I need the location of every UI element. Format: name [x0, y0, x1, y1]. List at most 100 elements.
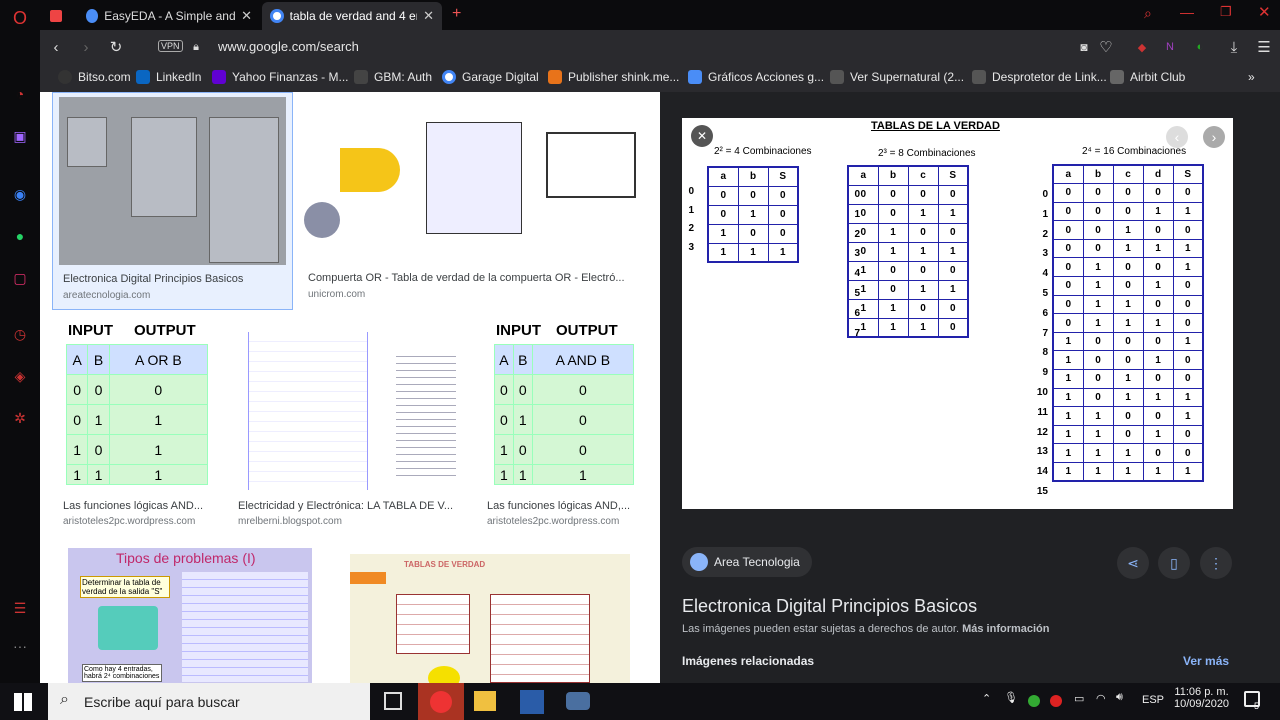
wifi-icon[interactable]: ◠	[1096, 692, 1106, 705]
bookmark-item[interactable]: GBM: Auth	[354, 70, 432, 84]
table-cell: 1	[1082, 424, 1114, 445]
result-source[interactable]: mrelberni.blogspot.com	[238, 516, 342, 527]
table-cell: 1	[907, 317, 939, 338]
bookmark-item[interactable]: Bitso.com	[58, 70, 131, 84]
windows-start-icon[interactable]	[14, 693, 32, 711]
result-source[interactable]: areatecnologia.com	[63, 290, 150, 301]
table-cell: 0	[1052, 201, 1084, 222]
microphone-icon[interactable]: 🎙︎	[1004, 691, 1018, 704]
close-icon[interactable]: ✕	[691, 125, 713, 147]
more-icon[interactable]: ···	[10, 636, 30, 656]
bookmark-item[interactable]: Garage Digital	[442, 70, 539, 84]
see-more-link[interactable]: Ver más	[1183, 654, 1229, 668]
image-result-card[interactable]: Electronica Digital Principios Basicos a…	[52, 92, 293, 310]
record-icon[interactable]	[1050, 695, 1062, 707]
heart-icon[interactable]: ♡	[1096, 37, 1116, 57]
speed-dial-icon[interactable]: ◔	[10, 84, 30, 104]
maximize-icon[interactable]: ❐	[1220, 4, 1232, 20]
download-icon[interactable]: ⤓	[1224, 37, 1244, 57]
previous-image-icon[interactable]: ‹	[1166, 126, 1188, 148]
forward-icon[interactable]: ›	[76, 37, 96, 57]
result-caption[interactable]: Electronica Digital Principios Basicos	[63, 273, 283, 285]
workspaces-icon[interactable]: ☰	[10, 598, 30, 618]
opera-taskbar-icon[interactable]	[418, 683, 464, 720]
clock[interactable]: 11:06 p. m. 10/09/2020	[1174, 686, 1229, 710]
table-cell: 1	[108, 404, 209, 435]
result-thumbnail[interactable]: TABLAS DE VERDAD	[350, 554, 630, 683]
minimize-icon[interactable]: —	[1180, 4, 1194, 20]
extension-icon[interactable]: ◐	[1190, 37, 1210, 57]
result-caption[interactable]: Las funciones lógicas AND,...	[487, 500, 643, 512]
image-title: TABLAS DE LA VERDAD	[871, 120, 1000, 132]
result-thumbnail[interactable]: Tipos de problemas (I) Determinar la tab…	[68, 548, 312, 683]
bookmark-item[interactable]: Ver Supernatural (2...	[830, 70, 964, 84]
bookmark-item[interactable]: Yahoo Finanzas - M...	[212, 70, 349, 84]
bookmark-item[interactable]: Gráficos Acciones g...	[688, 70, 824, 84]
url-field[interactable]: www.google.com/search	[218, 39, 359, 54]
bookmark-icon[interactable]: ▯	[1158, 547, 1190, 579]
new-tab-button[interactable]: +	[452, 5, 461, 23]
result-caption[interactable]: Compuerta OR - Tabla de verdad de la com…	[308, 272, 638, 284]
next-image-icon[interactable]: ›	[1203, 126, 1225, 148]
reload-icon[interactable]: ↻	[106, 37, 126, 57]
result-thumbnail[interactable]	[304, 92, 640, 262]
image-result-card[interactable]: TABLAS DE VERDAD	[350, 554, 632, 683]
onenote-icon[interactable]: N	[1160, 37, 1180, 57]
settings-icon[interactable]: ✲	[10, 408, 30, 428]
result-source[interactable]: aristoteles2pc.wordpress.com	[487, 516, 619, 527]
close-icon[interactable]: ✕	[423, 8, 434, 24]
source-chip[interactable]: Area Tecnologia	[682, 547, 812, 577]
result-thumbnail[interactable]: INPUT OUTPUT ABA AND B 000 010 100 111	[486, 320, 642, 492]
preview-title[interactable]: Electronica Digital Principios Basicos	[682, 596, 977, 617]
image-result-card[interactable]: Compuerta OR - Tabla de verdad de la com…	[304, 92, 644, 310]
app-icon[interactable]	[520, 690, 544, 714]
bookmarks-overflow-icon[interactable]: »	[1248, 70, 1255, 84]
tab-tabla-de-verdad[interactable]: tabla de verdad and 4 entr ✕	[262, 2, 442, 30]
row-index: 6	[1042, 307, 1048, 319]
tray-app-icon[interactable]	[1028, 695, 1040, 707]
preview-image[interactable]: ✕ ‹ › TABLAS DE LA VERDAD 2² = 4 Combina…	[682, 118, 1233, 509]
result-source[interactable]: aristoteles2pc.wordpress.com	[63, 516, 195, 527]
more-info-link[interactable]: Más información	[962, 623, 1049, 635]
volume-icon[interactable]: 🔊︎	[1116, 691, 1123, 704]
menu-icon[interactable]: ☰	[1254, 37, 1274, 57]
task-view-icon[interactable]	[384, 692, 402, 710]
bookmark-item[interactable]: Publisher shink.me...	[548, 70, 679, 84]
bookmark-item[interactable]: Desprotetor de Link...	[972, 70, 1107, 84]
opera-logo-icon[interactable]: O	[10, 8, 30, 28]
file-explorer-icon[interactable]	[474, 691, 496, 711]
ublock-icon[interactable]: ◆	[1132, 37, 1152, 57]
camera-icon[interactable]: ◙	[1074, 37, 1094, 57]
box-icon[interactable]: ◈	[10, 366, 30, 386]
app-icon[interactable]	[566, 692, 590, 710]
search-icon[interactable]: ⌕	[1144, 5, 1152, 22]
image-result-card[interactable]: INPUT OUTPUT ABA OR B 000 011 101 111 La…	[62, 320, 214, 532]
more-options-icon[interactable]: ⋮	[1200, 547, 1232, 579]
battery-icon[interactable]: ▭	[1074, 692, 1084, 705]
bookmark-item[interactable]: Airbit Club	[1110, 70, 1185, 84]
instagram-icon[interactable]: ▢	[10, 268, 30, 288]
image-result-card[interactable]: Electricidad y Electrónica: LA TABLA DE …	[236, 320, 468, 532]
vpn-badge[interactable]: VPN	[158, 40, 183, 52]
messenger-icon[interactable]: ◉	[10, 184, 30, 204]
result-source[interactable]: unicrom.com	[308, 289, 365, 300]
close-window-icon[interactable]: ✕	[1258, 3, 1271, 21]
language-indicator[interactable]: ESP	[1142, 694, 1164, 706]
share-icon[interactable]: ⋖	[1117, 547, 1149, 579]
image-result-card[interactable]: Tipos de problemas (I) Determinar la tab…	[68, 548, 314, 683]
result-caption[interactable]: Electricidad y Electrónica: LA TABLA DE …	[238, 500, 464, 512]
image-result-card[interactable]: INPUT OUTPUT ABA AND B 000 010 100 111 L…	[486, 320, 646, 532]
taskbar-search-box[interactable]: ⌕ Escribe aquí para buscar	[48, 683, 370, 720]
tab-easyeda-label[interactable]: EasyEDA - A Simple and Po ✕	[78, 2, 260, 30]
tray-overflow-icon[interactable]: ⌃	[982, 692, 991, 705]
result-caption[interactable]: Las funciones lógicas AND...	[63, 500, 213, 512]
result-thumbnail[interactable]	[236, 320, 464, 492]
close-icon[interactable]: ✕	[241, 8, 252, 24]
bookmark-item[interactable]: LinkedIn	[136, 70, 201, 84]
back-icon[interactable]: ‹	[46, 37, 66, 57]
result-thumbnail[interactable]: INPUT OUTPUT ABA OR B 000 011 101 111	[62, 320, 212, 492]
history-icon[interactable]: ◷	[10, 324, 30, 344]
result-thumbnail[interactable]	[59, 97, 286, 265]
twitch-icon[interactable]: ▣	[10, 126, 30, 146]
whatsapp-icon[interactable]: ●	[10, 226, 30, 246]
